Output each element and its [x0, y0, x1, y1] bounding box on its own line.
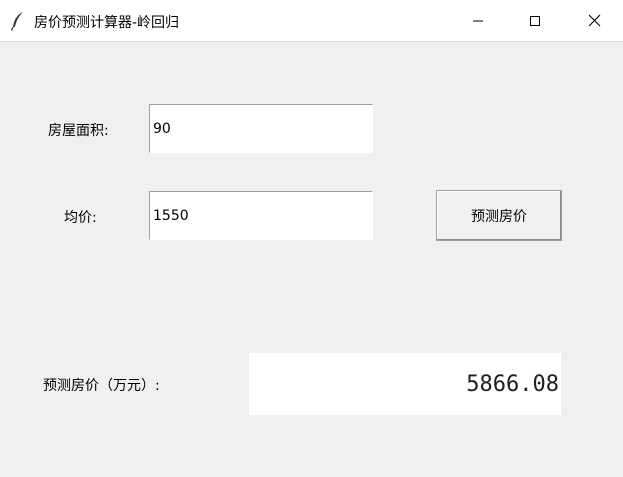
predict-button-label: 预测房价	[471, 208, 527, 225]
minimize-button[interactable]	[449, 0, 507, 41]
result-value: 5866.08	[466, 371, 559, 397]
result-display: 5866.08	[249, 353, 561, 415]
title-bar[interactable]: 房价预测计算器-岭回归	[0, 0, 623, 42]
area-input[interactable]	[149, 104, 373, 153]
maximize-button[interactable]	[506, 0, 564, 41]
minimize-icon	[473, 20, 483, 21]
price-label: 均价:	[64, 210, 97, 226]
feather-icon	[10, 12, 23, 31]
result-label: 预测房价（万元）:	[43, 378, 160, 394]
area-label: 房屋面积:	[48, 123, 109, 139]
window-title: 房价预测计算器-岭回归	[34, 15, 180, 31]
close-icon	[588, 14, 600, 27]
price-input[interactable]	[149, 191, 373, 240]
form-area: 房屋面积: 均价: 预测房价 预测房价（万元）: 5866.08	[0, 42, 623, 477]
close-button[interactable]	[565, 0, 623, 41]
app-window: 房价预测计算器-岭回归 房屋面积: 均价: 预测房价 预测房价（万元）:	[0, 0, 623, 477]
predict-button[interactable]: 预测房价	[436, 190, 562, 241]
maximize-icon	[530, 15, 540, 26]
